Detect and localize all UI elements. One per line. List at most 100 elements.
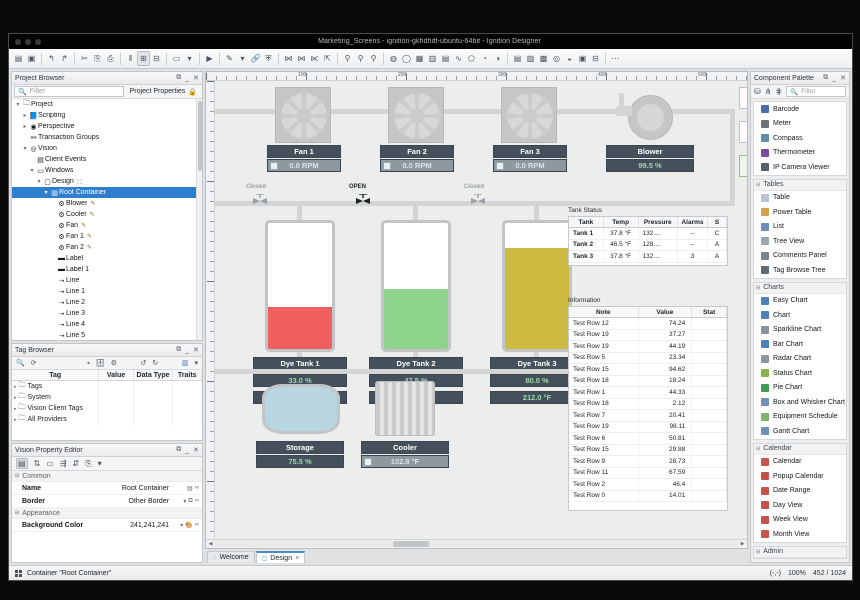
tree-node-line-5[interactable]: ➝Line 5 — [12, 330, 202, 340]
information-row[interactable]: Test Row 523.34 — [569, 353, 727, 365]
palette-item-calendar[interactable]: Calendar — [754, 455, 846, 470]
group-icon[interactable]: ⊞ — [137, 51, 150, 66]
palette-item-date-range[interactable]: Date Range — [754, 484, 846, 499]
palette-filter-input[interactable]: 🔍 Filter — [786, 86, 846, 97]
tag-table-row[interactable]: ▸🗀System — [12, 392, 202, 403]
information-row[interactable]: Test Row 928.73 — [569, 456, 727, 468]
canvas-horizontal-scrollbar[interactable]: ◀ ▶ — [206, 539, 747, 548]
script-icon[interactable]: ⎘ — [85, 459, 91, 469]
close-icon[interactable]: ✕ — [193, 346, 199, 354]
scroll-right-icon[interactable]: ▶ — [738, 541, 747, 547]
dropdown-icon[interactable]: ▾ — [98, 459, 102, 468]
information-row[interactable]: Test Row 1167.59 — [569, 468, 727, 480]
tree-node-line[interactable]: ➝Line — [12, 275, 202, 286]
palette-item-table[interactable]: Table — [754, 191, 846, 206]
cut-icon[interactable]: ✂ — [78, 51, 91, 66]
palette-item-week-view[interactable]: Week View — [754, 513, 846, 528]
palette-item-power-table[interactable]: Power Table — [754, 205, 846, 220]
tree-node-label[interactable]: ▬Label — [12, 253, 202, 264]
palette-item-compass[interactable]: Compass — [754, 131, 846, 146]
tree-node-line-1[interactable]: ➝Line 1 — [12, 286, 202, 297]
scroll-left-icon[interactable]: ◀ — [206, 541, 215, 547]
tree-node-fan-2[interactable]: ⚙Fan 2✎ — [12, 242, 202, 253]
palette-item-tag-browse-tree[interactable]: Tag Browse Tree — [754, 263, 846, 278]
play-icon[interactable]: ▶ — [203, 51, 216, 66]
project-tree-scrollbar[interactable] — [196, 99, 202, 340]
palette-group-header-tables[interactable]: ⊟Tables — [754, 180, 846, 191]
binding-icon[interactable]: ∞ — [195, 498, 199, 504]
dropdown-icon[interactable]: ▾ — [183, 51, 196, 66]
information-row[interactable]: Test Row 1529.88 — [569, 445, 727, 457]
minimize-icon[interactable]: _ — [185, 347, 189, 354]
shape-square-icon[interactable]: ▥ — [426, 51, 439, 66]
scroll-thumb[interactable] — [393, 541, 430, 547]
property-list[interactable]: ⊟CommonNameRoot Container▤∞BorderOther B… — [12, 471, 202, 562]
tree-node-client-events[interactable]: ▤Client Events — [12, 154, 202, 165]
property-controls[interactable]: ▾🎨∞ — [172, 522, 202, 529]
chevron-right-icon[interactable]: ▸ — [21, 112, 29, 119]
information-row[interactable]: Test Row 182.12 — [569, 399, 727, 411]
redo-icon[interactable]: ↻ — [152, 359, 158, 367]
main-toolbar[interactable]: ▤ ▣ ↰ ↱ ✂ ⎘ ⎙ ⫴ ⊞ ⊟ ▭ ▾ ▶ ✎ ▾ 🔗 ⛨ ⋈ ⋈ ⋉ … — [9, 49, 852, 69]
box-icon[interactable]: ▭ — [46, 459, 54, 468]
information-row[interactable]: Test Row 1594.62 — [569, 364, 727, 376]
tree-node-root-container[interactable]: ▾▥Root Container — [12, 187, 202, 198]
more-icon[interactable]: ⋯ — [609, 51, 622, 66]
tree-node-transaction-groups[interactable]: ⚯Transaction Groups — [12, 132, 202, 143]
tank-status-row[interactable]: Tank 137.8 °F132....--C — [569, 228, 727, 240]
palette-item-popup-calendar[interactable]: Popup Calendar — [754, 469, 846, 484]
control-button-off[interactable]: Off — [739, 121, 747, 143]
information-row[interactable]: Test Row 1937.27 — [569, 330, 727, 342]
chart-icon[interactable]: ▨ — [524, 51, 537, 66]
information-row[interactable]: Test Row 650.81 — [569, 433, 727, 445]
property-controls[interactable]: ▤∞ — [172, 485, 202, 492]
search-icon[interactable]: 🔍 — [16, 359, 25, 367]
curve-icon[interactable]: ∿ — [452, 51, 465, 66]
status-memory[interactable]: 452 / 1024 — [813, 570, 846, 577]
binding2-icon[interactable]: ⇵ — [73, 459, 80, 468]
property-value[interactable]: Root Container — [111, 485, 172, 492]
palette-item-list[interactable]: List — [754, 220, 846, 235]
status-zoom[interactable]: 100% — [788, 570, 806, 577]
chevron-down-icon[interactable]: ▾ — [14, 101, 22, 108]
refresh-icon[interactable]: ⟳ — [31, 359, 37, 367]
palette-group-header-admin[interactable]: ⊟Admin — [754, 547, 846, 558]
property-value[interactable]: Other Border — [111, 498, 172, 505]
float-icon[interactable]: ⧉ — [176, 74, 181, 82]
information-row[interactable]: Test Row 720.41 — [569, 410, 727, 422]
close-icon[interactable] — [15, 39, 21, 45]
edit-tag-icon[interactable]: 🗄 — [96, 359, 105, 367]
redo-icon[interactable]: ↱ — [58, 51, 71, 66]
list-view-icon[interactable]: ▤ — [16, 458, 28, 469]
information-body[interactable]: Test Row 1274.24Test Row 1937.27Test Row… — [569, 318, 727, 502]
palette-group-header-calendar[interactable]: ⊟Calendar — [754, 444, 846, 455]
property-editor-toolbar[interactable]: ▤ ⇅ ▭ ⇶ ⇵ ⎘ ▾ — [12, 457, 202, 471]
rotate-icon[interactable]: ⋉ — [308, 51, 321, 66]
image-icon[interactable]: ▣ — [576, 51, 589, 66]
chevron-down-icon[interactable]: ▾ — [28, 167, 36, 174]
palette-grid-icon[interactable]: ⛁ — [754, 87, 761, 96]
arc-icon[interactable]: ◔ — [478, 51, 491, 66]
chevron-right-icon[interactable]: ▸ — [14, 395, 17, 401]
design-canvas[interactable]: Fan 10.0 RPMFan 20.0 RPMFan 30.0 RPM Blo… — [215, 81, 747, 539]
ungroup-icon[interactable]: ⊟ — [150, 51, 163, 66]
palette-item-box-and-whisker-chart[interactable]: Box and Whisker Chart — [754, 395, 846, 410]
information-row[interactable]: Test Row 1998.11 — [569, 422, 727, 434]
palette-item-equipment-schedule[interactable]: Equipment Schedule — [754, 410, 846, 425]
tree-node-blower[interactable]: ⚙Blower✎ — [12, 198, 202, 209]
dropdown-icon[interactable]: ▾ — [180, 522, 183, 529]
property-row[interactable]: BorderOther Border▾⧉∞ — [12, 495, 202, 508]
collapse-icon[interactable]: ⊟ — [756, 446, 760, 452]
information-row[interactable]: Test Row 014.01 — [569, 491, 727, 503]
collapse-icon[interactable]: ⊟ — [756, 549, 760, 555]
palette-item-barcode[interactable]: Barcode — [754, 102, 846, 117]
copy-icon[interactable]: ⎘ — [91, 51, 104, 66]
palette-group-header-charts[interactable]: ⊟Charts — [754, 283, 846, 294]
tree-node-cooler[interactable]: ⚙Cooler✎ — [12, 209, 202, 220]
palette-item-tree-view[interactable]: Tree View — [754, 234, 846, 249]
link-icon[interactable]: 🔗 — [249, 51, 262, 66]
valve-icon-3[interactable] — [470, 194, 486, 203]
tree-node-line-2[interactable]: ➝Line 2 — [12, 297, 202, 308]
new-tag-icon[interactable]: ▪ — [87, 360, 89, 367]
polygon-icon[interactable]: ⬠ — [465, 51, 478, 66]
